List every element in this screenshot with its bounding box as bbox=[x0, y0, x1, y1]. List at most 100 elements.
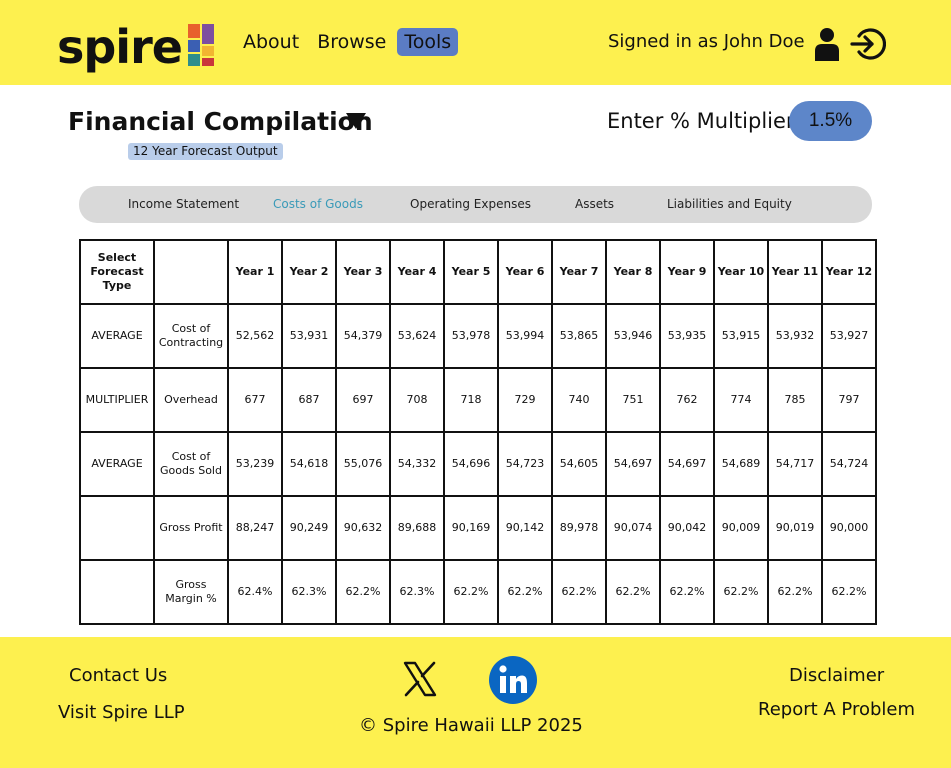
table-row: Gross Margin % 62.4% 62.3% 62.2% 62.3% 62.2% 6… bbox=[79, 559, 877, 625]
value-cell: 687 bbox=[281, 367, 337, 433]
row-label-cell: Overhead bbox=[153, 367, 229, 433]
value-cell: 90,042 bbox=[659, 495, 715, 561]
nav-about[interactable]: About bbox=[236, 28, 306, 56]
value-cell: 89,688 bbox=[389, 495, 445, 561]
year-header: Year 3 bbox=[335, 239, 391, 305]
value-cell: 774 bbox=[713, 367, 769, 433]
value-cell: 740 bbox=[551, 367, 607, 433]
year-header: Year 7 bbox=[551, 239, 607, 305]
row-label-cell: Gross Profit bbox=[153, 495, 229, 561]
value-cell: 55,076 bbox=[335, 431, 391, 497]
value-cell: 90,019 bbox=[767, 495, 823, 561]
site-footer: Contact Us Visit Spire LLP © Spire Hawai… bbox=[0, 637, 951, 768]
site-header: spire About Browse Tools Signed in as Jo… bbox=[0, 0, 951, 85]
spire-logo[interactable]: spire bbox=[57, 18, 214, 72]
value-cell: 90,074 bbox=[605, 495, 661, 561]
linkedin-icon[interactable] bbox=[489, 656, 537, 704]
year-header: Year 1 bbox=[227, 239, 283, 305]
signed-in-text: Signed in as John Doe bbox=[608, 31, 805, 52]
year-header: Year 6 bbox=[497, 239, 553, 305]
value-cell: 718 bbox=[443, 367, 499, 433]
multiplier-label: Enter % Multiplier: bbox=[607, 109, 802, 133]
table-row: AVERAGE Cost of Goods Sold 53,239 54,618 55,… bbox=[79, 431, 877, 497]
value-cell: 62.2% bbox=[659, 559, 715, 625]
value-cell: 677 bbox=[227, 367, 283, 433]
value-cell: 53,931 bbox=[281, 303, 337, 369]
value-cell: 54,717 bbox=[767, 431, 823, 497]
value-cell: 62.2% bbox=[443, 559, 499, 625]
tab-assets[interactable]: Assets bbox=[575, 196, 614, 212]
value-cell: 54,689 bbox=[713, 431, 769, 497]
forecast-type-cell[interactable] bbox=[79, 559, 155, 625]
tab-liabilities-equity[interactable]: Liabilities and Equity bbox=[667, 196, 792, 212]
value-cell: 90,249 bbox=[281, 495, 337, 561]
year-header: Year 5 bbox=[443, 239, 499, 305]
year-header: Year 12 bbox=[821, 239, 877, 305]
logo-mark-icon bbox=[187, 24, 214, 66]
year-header: Year 11 bbox=[767, 239, 823, 305]
value-cell: 53,994 bbox=[497, 303, 553, 369]
value-cell: 90,000 bbox=[821, 495, 877, 561]
value-cell: 697 bbox=[335, 367, 391, 433]
forecast-table-wrapper: Select Forecast Type Year 1 Year 2 Year 3 Ye… bbox=[79, 239, 877, 625]
value-cell: 53,927 bbox=[821, 303, 877, 369]
user-icon[interactable] bbox=[814, 27, 840, 61]
tab-costs-of-goods[interactable]: Costs of Goods bbox=[273, 196, 363, 212]
visit-spire-link[interactable]: Visit Spire LLP bbox=[58, 702, 185, 724]
value-cell: 62.2% bbox=[821, 559, 877, 625]
x-icon[interactable] bbox=[403, 661, 437, 697]
value-cell: 62.2% bbox=[767, 559, 823, 625]
logout-icon[interactable] bbox=[850, 27, 886, 61]
value-cell: 90,632 bbox=[335, 495, 391, 561]
row-label-cell: Gross Margin % bbox=[153, 559, 229, 625]
tab-bar: Income Statement Costs of Goods Operatin… bbox=[79, 186, 872, 223]
value-cell: 53,915 bbox=[713, 303, 769, 369]
forecast-type-cell[interactable]: AVERAGE bbox=[79, 431, 155, 497]
forecast-type-cell[interactable] bbox=[79, 495, 155, 561]
multiplier-input[interactable] bbox=[789, 101, 872, 141]
value-cell: 54,379 bbox=[335, 303, 391, 369]
value-cell: 62.4% bbox=[227, 559, 283, 625]
report-problem-link[interactable]: Report A Problem bbox=[758, 699, 915, 721]
tab-income-statement[interactable]: Income Statement bbox=[128, 196, 239, 212]
year-header: Year 8 bbox=[605, 239, 661, 305]
value-cell: 54,697 bbox=[659, 431, 715, 497]
nav-browse[interactable]: Browse bbox=[310, 28, 393, 56]
value-cell: 53,946 bbox=[605, 303, 661, 369]
value-cell: 762 bbox=[659, 367, 715, 433]
row-label-cell: Cost of Goods Sold bbox=[153, 431, 229, 497]
value-cell: 53,935 bbox=[659, 303, 715, 369]
value-cell: 62.3% bbox=[389, 559, 445, 625]
table-row: MULTIPLIER Overhead 677 687 697 708 718 729 740 7… bbox=[79, 367, 877, 433]
value-cell: 54,332 bbox=[389, 431, 445, 497]
triangle-down-icon[interactable] bbox=[345, 112, 367, 130]
value-cell: 62.2% bbox=[713, 559, 769, 625]
value-cell: 54,618 bbox=[281, 431, 337, 497]
forecast-type-header: Select Forecast Type bbox=[79, 239, 155, 305]
value-cell: 54,696 bbox=[443, 431, 499, 497]
logo-wordmark: spire bbox=[57, 20, 183, 74]
forecast-table: Select Forecast Type Year 1 Year 2 Year 3 Ye… bbox=[79, 239, 877, 625]
year-header: Year 9 bbox=[659, 239, 715, 305]
tab-operating-expenses[interactable]: Operating Expenses bbox=[410, 196, 531, 212]
value-cell: 62.2% bbox=[497, 559, 553, 625]
table-body: AVERAGE Cost of Contracting 52,562 53,931 54… bbox=[79, 303, 877, 625]
disclaimer-link[interactable]: Disclaimer bbox=[789, 665, 884, 687]
value-cell: 52,562 bbox=[227, 303, 283, 369]
forecast-type-cell[interactable]: MULTIPLIER bbox=[79, 367, 155, 433]
subtitle-badge: 12 Year Forecast Output bbox=[128, 143, 283, 160]
forecast-type-cell[interactable]: AVERAGE bbox=[79, 303, 155, 369]
contact-us-link[interactable]: Contact Us bbox=[69, 665, 167, 687]
row-label-cell: Cost of Contracting bbox=[153, 303, 229, 369]
value-cell: 89,978 bbox=[551, 495, 607, 561]
table-header-row: Select Forecast Type Year 1 Year 2 Year 3 Ye… bbox=[79, 239, 877, 305]
value-cell: 62.2% bbox=[605, 559, 661, 625]
value-cell: 53,865 bbox=[551, 303, 607, 369]
value-cell: 54,724 bbox=[821, 431, 877, 497]
value-cell: 54,697 bbox=[605, 431, 661, 497]
nav-tools[interactable]: Tools bbox=[397, 28, 459, 56]
value-cell: 90,169 bbox=[443, 495, 499, 561]
value-cell: 53,624 bbox=[389, 303, 445, 369]
page-title: Financial Compilation bbox=[68, 107, 373, 136]
table-row: AVERAGE Cost of Contracting 52,562 53,931 54… bbox=[79, 303, 877, 369]
